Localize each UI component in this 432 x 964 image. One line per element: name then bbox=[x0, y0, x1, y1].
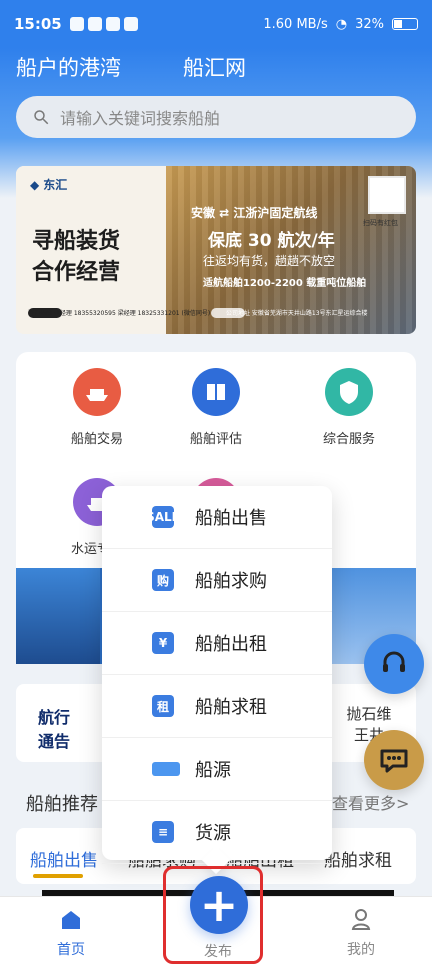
tab-harbor[interactable]: 船户的港湾 bbox=[16, 52, 121, 82]
chat-button[interactable] bbox=[364, 730, 424, 790]
notice-mark-bottom: 通告 bbox=[38, 732, 71, 751]
slogan-text: 往返均有货，趟趟不放空 bbox=[203, 254, 336, 268]
service-label: 综合服务 bbox=[322, 432, 375, 447]
calligraphy-line-1: 寻船装货 bbox=[32, 228, 121, 254]
shield-icon bbox=[325, 368, 373, 416]
home-icon bbox=[62, 911, 80, 929]
menu-item-ship-rent-out[interactable]: ¥ 船舶出租 bbox=[102, 612, 332, 675]
menu-label: 船舶求购 bbox=[195, 571, 267, 592]
ship-source-icon bbox=[152, 762, 180, 776]
app-icon bbox=[87, 17, 102, 31]
route-title: 安徽 ⇄ 江浙沪固定航线 bbox=[191, 206, 318, 220]
status-app-icons bbox=[69, 17, 138, 31]
status-bar: 15:05 1.60 MB/s ◔ 32% bbox=[0, 0, 432, 48]
banner-logo: ◆ 东汇 bbox=[30, 176, 67, 193]
recommend-title: 船舶推荐 bbox=[26, 794, 98, 815]
network-speed: 1.60 MB/s bbox=[263, 16, 328, 32]
service-label: 船舶交易 bbox=[70, 432, 123, 447]
customer-service-button[interactable] bbox=[364, 634, 424, 694]
nav-home-label: 首页 bbox=[57, 942, 85, 958]
top-tabs: 船户的港湾 船汇网 bbox=[16, 52, 246, 82]
sale-icon: SALE bbox=[146, 506, 180, 528]
user-icon bbox=[351, 909, 371, 930]
publish-label: 发布 bbox=[204, 944, 232, 960]
rent-seek-icon: 租 bbox=[152, 695, 174, 717]
nav-mine[interactable]: 我的 bbox=[326, 907, 396, 959]
search-bar[interactable]: 请输入关键词搜索船舶 bbox=[16, 96, 416, 138]
ship-icon bbox=[73, 368, 121, 416]
battery-percent: 32% bbox=[355, 16, 384, 32]
notice-mark-top: 航行 bbox=[38, 708, 71, 727]
book-icon bbox=[192, 368, 240, 416]
menu-item-ship-rent-seek[interactable]: 租 船舶求租 bbox=[102, 675, 332, 738]
promo-banner[interactable]: ◆ 东汇 寻船装货 合作经营 扫码有红包 安徽 ⇄ 江浙沪固定航线 保底 30 … bbox=[16, 166, 416, 334]
plus-icon: + bbox=[199, 878, 239, 932]
menu-label: 货源 bbox=[195, 823, 231, 844]
nav-home[interactable]: 首页 bbox=[36, 907, 106, 959]
app-icon bbox=[105, 17, 120, 31]
menu-label: 船舶求租 bbox=[195, 697, 267, 718]
app-icon bbox=[123, 17, 138, 31]
search-icon bbox=[34, 110, 49, 125]
menu-item-ship-source[interactable]: 船源 bbox=[102, 738, 332, 801]
banner-logo-text: 东汇 bbox=[43, 178, 68, 192]
recommend-active-indicator bbox=[33, 874, 83, 878]
anchor-logo-icon: ◆ bbox=[30, 177, 40, 192]
calligraphy-line-2: 合作经营 bbox=[32, 258, 121, 285]
headset-icon bbox=[383, 651, 405, 672]
battery-icon bbox=[392, 18, 418, 30]
address-text: 公司地址 安徽省芜湖市天井山路13号东汇星运综合楼 bbox=[226, 310, 368, 317]
menu-label: 船舶出租 bbox=[195, 634, 267, 655]
status-right: 1.60 MB/s ◔ 32% bbox=[263, 17, 418, 32]
search-placeholder: 请输入关键词搜索船舶 bbox=[60, 109, 221, 128]
tiktok-icon bbox=[69, 17, 84, 31]
purchase-icon: 购 bbox=[152, 569, 174, 591]
publish-popup-menu: SALE 船舶出售 购 船舶求购 ¥ 船舶出租 租 船舶求租 船源 ≡ 货源 bbox=[102, 486, 332, 875]
tab-ship-rent-seek[interactable]: 船舶求租 bbox=[324, 846, 392, 871]
service-ship-evaluation[interactable]: 船舶评估 bbox=[161, 368, 271, 447]
rent-out-icon: ¥ bbox=[152, 632, 174, 654]
contact-text: 咨询热线 张经理 18355320595 梁经理 18325331201 (微信… bbox=[28, 310, 211, 317]
banner-calligraphy: 寻船装货 合作经营 bbox=[32, 226, 120, 288]
menu-item-ship-sale[interactable]: SALE 船舶出售 bbox=[102, 486, 332, 549]
menu-label: 船源 bbox=[195, 760, 231, 781]
chat-icon bbox=[380, 749, 408, 773]
more-link[interactable]: 查看更多> bbox=[332, 790, 409, 814]
service-label: 船舶评估 bbox=[189, 432, 242, 447]
menu-label: 船舶出售 bbox=[195, 508, 267, 529]
ship-image-left bbox=[16, 568, 100, 664]
tab-ship-sale[interactable]: 船舶出售 bbox=[30, 846, 98, 871]
service-comprehensive[interactable]: 综合服务 bbox=[294, 368, 404, 447]
guarantee-text: 保底 30 航次/年 bbox=[208, 231, 335, 251]
qr-code-icon bbox=[368, 176, 406, 214]
detail-text: 适航船舶1200-2200 载重吨位船舶 bbox=[203, 278, 367, 289]
hotline-label: 扫码有红包 bbox=[363, 219, 398, 227]
notice-mark: 航行 通告 bbox=[38, 704, 70, 752]
nav-mine-label: 我的 bbox=[347, 942, 375, 958]
publish-button[interactable]: + bbox=[190, 876, 248, 934]
service-ship-trading[interactable]: 船舶交易 bbox=[42, 368, 152, 447]
menu-item-ship-purchase[interactable]: 购 船舶求购 bbox=[102, 549, 332, 612]
cargo-source-icon: ≡ bbox=[152, 821, 174, 843]
status-time: 15:05 bbox=[14, 15, 62, 33]
notice-right-top: 抛石维 bbox=[346, 705, 392, 723]
wifi-icon: ◔ bbox=[335, 16, 348, 32]
tab-shiphui[interactable]: 船汇网 bbox=[183, 52, 246, 82]
